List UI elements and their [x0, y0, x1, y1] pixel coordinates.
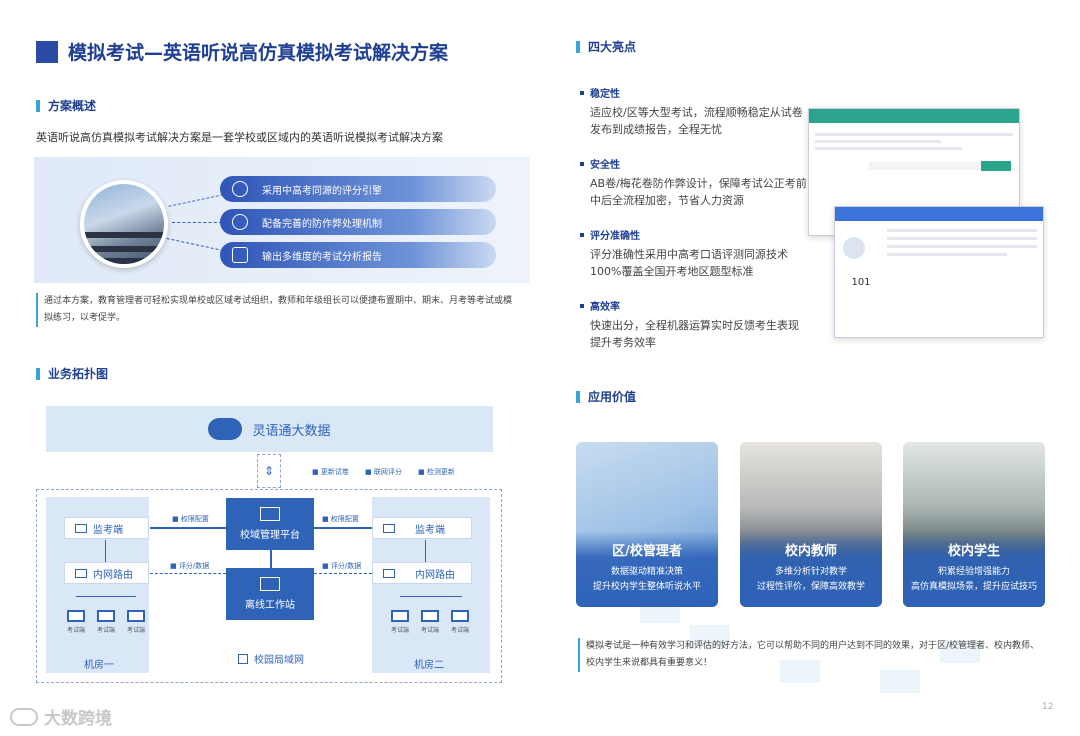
page-title: 模拟考试—英语听说高仿真模拟考试解决方案: [36, 38, 448, 65]
link-line: [314, 573, 372, 574]
room-one-label: 机房一: [84, 660, 114, 671]
highlight-text: AB卷/梅花卷防作弊设计，保障考试公正考前中后全流程加密，节省人力资源: [590, 177, 807, 207]
feature-pill: 采用中高考同源的评分引擎: [220, 176, 496, 202]
highlight-title: 安全性: [580, 156, 620, 171]
platform-box: 校域管理平台: [226, 498, 314, 550]
monitor-icon: [383, 523, 395, 533]
link-line: [150, 573, 226, 574]
connector-line: [172, 222, 222, 223]
router-icon: [383, 568, 395, 578]
link-label: ■ 权限配置: [322, 515, 359, 523]
overview-heading: 方案概述: [36, 97, 96, 114]
link-line: [150, 527, 226, 529]
exam-pc: 考试端: [420, 610, 440, 638]
sync-arrow-icon: ⇕: [257, 454, 281, 488]
card-manager: 区/校管理者 数据驱动精准决策 提升校内学生整体听说水平: [576, 442, 718, 607]
exam-pc: 考试端: [126, 610, 146, 638]
topology-heading: 业务拓扑图: [36, 365, 108, 382]
highlight-title: 高效率: [580, 298, 620, 313]
link-label: ■ 评分/数据: [170, 562, 210, 570]
link-label: ■ 权限配置: [172, 515, 209, 523]
score-value: 101: [851, 277, 871, 288]
highlights-heading: 四大亮点: [576, 38, 636, 55]
monitor-node: 监考端: [64, 517, 149, 539]
value-note: 模拟考试是一种有效学习和评估的好方法，它可以帮助不同的用户达到不同的效果，对于区…: [578, 638, 1046, 672]
value-heading: 应用价值: [576, 388, 636, 405]
exam-pc: 考试端: [450, 610, 470, 638]
highlight-text: 评分准确性采用中高考口语评测同源技术100%覆盖全国开考地区题型标准: [590, 248, 788, 278]
avatar: [843, 237, 865, 259]
card-teacher: 校内教师 多维分析针对教学 过程性评价，保障高效教学: [740, 442, 882, 607]
card-student: 校内学生 积累经验增强能力 高仿真模拟场景，提升应试技巧: [903, 442, 1045, 607]
router-node: 内网路由: [372, 562, 472, 584]
highlight-title: 评分准确性: [580, 227, 640, 242]
report-icon: [232, 247, 248, 263]
highlight-text: 快速出分，全程机器运算实时反馈考生表现提升考务效率: [590, 319, 799, 349]
exam-pc: 考试端: [96, 610, 116, 638]
title-square-icon: [36, 40, 58, 63]
computer-icon: [67, 610, 85, 622]
monitor-node: 监考端: [372, 517, 472, 539]
computer-icon: [127, 610, 145, 622]
link-line: [314, 527, 372, 529]
sync-label: ■ 更新试卷: [312, 468, 349, 476]
lan-label: 校园局域网: [238, 651, 304, 666]
room-two-label: 机房二: [414, 660, 444, 671]
sync-label: ■ 检测更新: [418, 468, 455, 476]
exam-screenshot-front: 101: [834, 206, 1044, 338]
highlight-title: 稳定性: [580, 85, 620, 100]
highlight-text: 适应校/区等大型考试，流程顺畅稳定从试卷发布到成绩报告，全程无忧: [590, 106, 803, 136]
monitor-icon: [75, 523, 87, 533]
cloud-bar: 灵语通大数据: [46, 406, 493, 452]
computer-icon: [391, 610, 409, 622]
logo-icon: [10, 707, 38, 726]
exam-pc: 考试端: [66, 610, 86, 638]
computer-icon: [421, 610, 439, 622]
feature-pill: 输出多维度的考试分析报告: [220, 242, 496, 268]
platform-icon: [260, 507, 280, 521]
exam-pc: 考试端: [390, 610, 410, 638]
feature-pill: 配备完善的防作弊处理机制: [220, 209, 496, 235]
watermark-logo: 大数跨境: [10, 704, 112, 729]
target-icon: [232, 181, 248, 197]
router-node: 内网路由: [64, 562, 149, 584]
sync-label: ■ 联网评分: [365, 468, 402, 476]
computer-icon: [451, 610, 469, 622]
cloud-icon: [208, 418, 243, 440]
overview-note: 通过本方案，教育管理者可轻松实现单校或区域考试组织，教师和年级组长可以便捷布置期…: [36, 293, 516, 327]
link-label: ■ 评分/数据: [322, 562, 362, 570]
shield-icon: [232, 214, 248, 230]
overview-intro: 英语听说高仿真模拟考试解决方案是一套学校或区域内的英语听说模拟考试解决方案: [36, 131, 443, 144]
classroom-photo: [80, 180, 168, 268]
page-number: 12: [1042, 702, 1054, 712]
workstation-box: 离线工作站: [226, 568, 314, 620]
router-icon: [75, 568, 87, 578]
lan-icon: [238, 653, 248, 664]
hex-decor: [880, 670, 920, 693]
computer-icon: [97, 610, 115, 622]
pulse-icon: [260, 577, 280, 591]
